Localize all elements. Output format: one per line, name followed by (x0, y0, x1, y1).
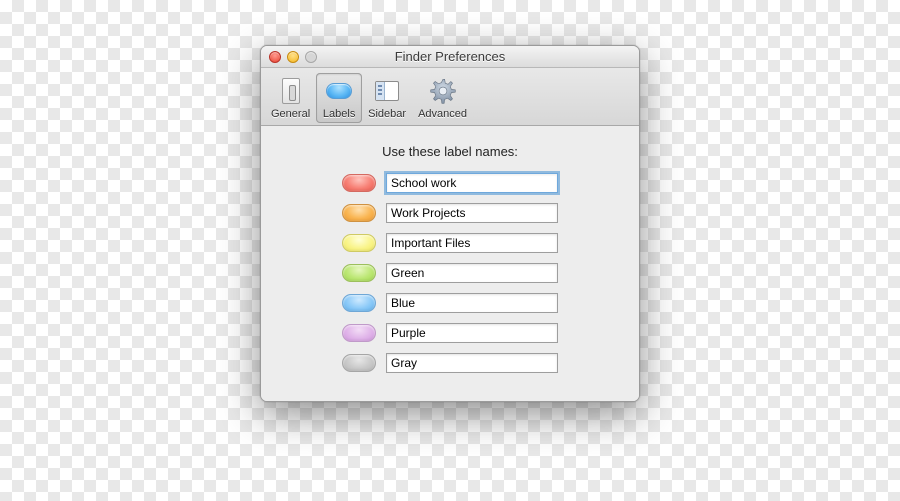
section-heading: Use these label names: (285, 144, 615, 159)
color-swatch-purple (342, 324, 376, 342)
gear-icon (428, 77, 458, 105)
minimize-button[interactable] (287, 51, 299, 63)
switch-icon (276, 77, 306, 105)
color-swatch-blue (342, 294, 376, 312)
titlebar: Finder Preferences (261, 46, 639, 68)
label-row-red (342, 173, 558, 193)
color-swatch-yellow (342, 234, 376, 252)
label-pill-icon (324, 77, 354, 105)
tab-general[interactable]: General (265, 73, 316, 123)
color-swatch-green (342, 264, 376, 282)
label-name-input-purple[interactable] (386, 323, 558, 343)
label-name-input-gray[interactable] (386, 353, 558, 373)
preferences-body: Use these label names: (261, 126, 639, 401)
zoom-button[interactable] (305, 51, 317, 63)
label-row-yellow (342, 233, 558, 253)
label-row-gray (342, 353, 558, 373)
window-title: Finder Preferences (261, 49, 639, 64)
label-name-input-blue[interactable] (386, 293, 558, 313)
window-controls (269, 51, 317, 63)
tab-label: Advanced (418, 108, 467, 120)
tab-label: Labels (323, 108, 355, 120)
preferences-window: Finder Preferences General Labels Sideba… (260, 45, 640, 402)
label-name-input-red[interactable] (386, 173, 558, 193)
color-swatch-gray (342, 354, 376, 372)
tab-labels[interactable]: Labels (316, 73, 362, 123)
tab-sidebar[interactable]: Sidebar (362, 73, 412, 123)
tab-label: Sidebar (368, 108, 406, 120)
label-row-purple (342, 323, 558, 343)
toolbar: General Labels Sidebar (261, 68, 639, 126)
tab-label: General (271, 108, 310, 120)
label-row-blue (342, 293, 558, 313)
close-button[interactable] (269, 51, 281, 63)
label-name-input-orange[interactable] (386, 203, 558, 223)
color-swatch-orange (342, 204, 376, 222)
label-name-input-yellow[interactable] (386, 233, 558, 253)
label-row-orange (342, 203, 558, 223)
tab-advanced[interactable]: Advanced (412, 73, 473, 123)
label-name-input-green[interactable] (386, 263, 558, 283)
label-rows (285, 173, 615, 373)
color-swatch-red (342, 174, 376, 192)
sidebar-icon (372, 77, 402, 105)
label-row-green (342, 263, 558, 283)
